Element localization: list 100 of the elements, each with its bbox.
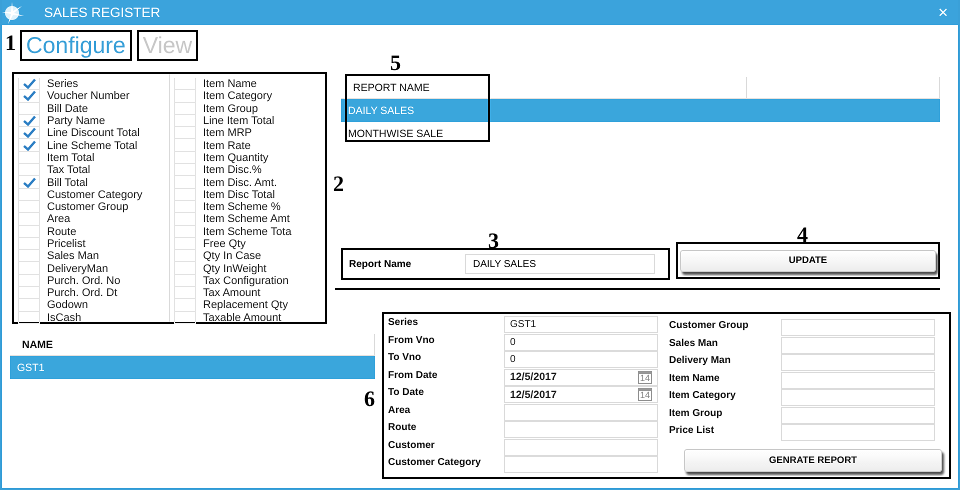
column-option-label: Item Disc Total [203,188,275,201]
column-option-label: Item Category [203,90,272,102]
column-header[interactable]: REPORT NAME [341,77,747,98]
column-option-label: Bill Total [47,176,88,189]
input-field[interactable] [781,424,935,441]
column-option-label: Line Scheme Total [47,140,138,152]
checkbox[interactable] [18,200,40,214]
checkbox[interactable] [18,164,40,176]
checkbox[interactable] [18,127,40,140]
input-field[interactable] [781,389,935,406]
checkbox[interactable] [174,188,196,201]
report-name-label: Report Name [349,258,412,270]
checkbox[interactable] [174,127,196,140]
checkbox[interactable] [174,200,196,214]
checkbox[interactable] [174,262,196,275]
update-button[interactable]: UPDATE [680,250,936,272]
checkbox[interactable] [18,152,40,164]
checkbox[interactable] [174,139,196,152]
column-option-label: Qty In Case [203,250,262,262]
input-field[interactable] [504,438,658,456]
input-field[interactable] [504,456,658,473]
column-option-label: Item Group [203,102,258,115]
checkbox[interactable] [174,238,196,250]
checkbox[interactable] [18,262,40,275]
column-option-label: Item Name [203,78,257,90]
column-option-label: Item Rate [203,140,251,152]
window-title: SALES REGISTER [44,5,162,20]
field-label: Delivery Man [669,354,732,366]
callout-number: 2 [333,173,344,195]
column-option-label: Item Quantity [203,152,268,164]
callout-number: 6 [364,388,375,410]
checkbox[interactable] [174,213,196,226]
report-name-field[interactable]: DAILY SALES [465,254,655,274]
checkbox[interactable] [174,274,196,288]
checkbox[interactable] [174,226,196,238]
column-option-label: Tax Amount [203,287,260,300]
checkbox[interactable] [174,287,196,300]
field-label: Route [388,421,418,433]
column-option-label: Item Total [47,152,94,164]
input-field[interactable] [781,319,935,336]
input-field[interactable] [781,336,935,354]
checkbox[interactable] [174,114,196,128]
field-label: Price List [669,424,716,436]
checkbox[interactable] [18,312,40,324]
list-row[interactable]: MONTHWISE SALE [341,122,940,145]
field-label: Item Name [669,372,721,384]
checkbox[interactable] [18,114,40,128]
input-field[interactable] [781,406,935,424]
column-option-label: Replacement Qty [203,299,288,312]
field-label: Item Group [669,406,724,418]
generate-report-button[interactable]: GENRATE REPORT [684,448,942,472]
column-header[interactable]: NAME [10,334,375,355]
checkbox[interactable] [18,176,40,189]
column-option-label: Sales Man [47,250,99,262]
checkbox[interactable] [174,176,196,189]
checkbox[interactable] [18,299,40,312]
checkbox[interactable] [174,152,196,164]
callout-number: 3 [488,230,499,252]
input-field[interactable]: 0 [504,334,658,350]
input-field[interactable] [504,421,658,438]
checkbox[interactable] [174,90,196,103]
date-field[interactable]: 12/5/2017 14 [504,368,658,386]
field-label: Sales Man [669,336,719,348]
callout-number: 4 [797,224,808,246]
column-option-label: IsCash [47,312,82,324]
column-option-label: Item MRP [203,127,252,140]
field-label: Customer Group [669,319,750,331]
column-option-label: Qty InWeight [203,262,266,275]
column-option-label: Tax Total [47,164,90,176]
checkbox[interactable] [18,238,40,250]
field-label: Series [388,316,420,328]
checkbox[interactable] [174,78,196,90]
checkbox[interactable] [18,213,40,226]
checkbox[interactable] [174,299,196,312]
checkbox[interactable] [174,164,196,176]
checkbox[interactable] [18,287,40,300]
checkbox[interactable] [18,78,40,90]
column-option-label: Party Name [47,115,106,128]
checkbox[interactable] [18,226,40,238]
calendar-icon[interactable]: 14 [638,370,652,384]
checkbox[interactable] [18,139,40,152]
checkbox[interactable] [18,274,40,288]
checkbox[interactable] [18,90,40,103]
input-field[interactable]: 0 [504,351,658,368]
input-field[interactable] [781,354,935,371]
checkbox[interactable] [174,102,196,115]
column-option-label: Free Qty [203,238,246,250]
checkbox[interactable] [174,312,196,324]
checkbox[interactable] [18,188,40,201]
column-option-label: Series [47,78,78,90]
input-field[interactable] [781,372,935,388]
column-option-label: Tax Configuration [203,274,289,287]
input-field[interactable] [504,404,658,420]
checkbox[interactable] [174,250,196,262]
checkbox[interactable] [18,250,40,262]
field-label: To Date [388,386,425,398]
input-field[interactable]: GST1 [504,316,658,333]
date-field[interactable]: 12/5/2017 14 [504,386,658,403]
calendar-icon[interactable]: 14 [638,388,652,401]
checkbox[interactable] [18,102,40,115]
